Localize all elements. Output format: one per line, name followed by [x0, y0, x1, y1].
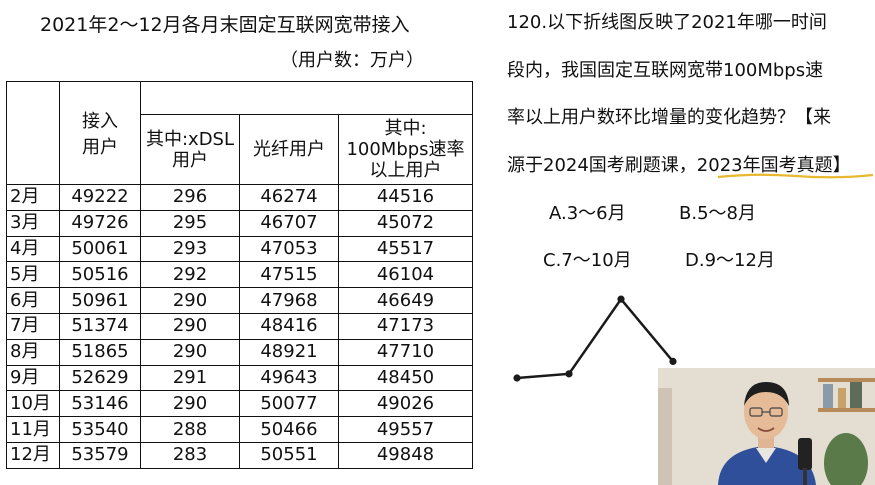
cell-month: 2月 [6, 184, 60, 211]
cell-month: 4月 [6, 235, 60, 263]
header-speed: 其中: 100Mbps速率 以上用户 [338, 114, 473, 185]
table-row: 11月 53540 288 50466 49557 [6, 416, 473, 443]
cell-speed: 48450 [338, 364, 473, 392]
cell-access: 51374 [59, 312, 141, 340]
presenter-image [658, 368, 875, 485]
cell-access: 50961 [59, 287, 141, 314]
cell-fiber: 46274 [239, 184, 339, 211]
cell-month: 6月 [6, 287, 60, 314]
cell-access: 49726 [59, 209, 141, 237]
cell-speed: 45072 [338, 209, 473, 237]
cell-fiber: 49643 [239, 364, 339, 392]
cell-speed: 46104 [338, 261, 473, 289]
cell-month: 10月 [6, 390, 60, 418]
cell-speed: 49026 [338, 390, 473, 418]
cell-speed: 45517 [338, 235, 473, 263]
option-c[interactable]: C.7～10月 [543, 246, 632, 272]
cell-fiber: 48416 [239, 312, 339, 340]
cell-fiber: 50466 [239, 416, 339, 443]
table-row: 12月 53579 283 50551 49848 [6, 441, 473, 469]
cell-fiber: 50077 [239, 390, 339, 418]
cell-speed: 46649 [338, 287, 473, 314]
option-a[interactable]: A.3～6月 [549, 199, 626, 225]
table-row: 6月 50961 290 47968 46649 [6, 287, 473, 314]
cell-speed: 49848 [338, 441, 473, 469]
cell-month: 5月 [6, 261, 60, 289]
cell-speed: 49557 [338, 416, 473, 443]
cell-fiber: 47053 [239, 235, 339, 263]
table-row: 4月 50061 293 47053 45517 [6, 235, 473, 263]
table-row: 8月 51865 290 48921 47710 [6, 338, 473, 366]
cell-access: 51865 [59, 338, 141, 366]
cell-xdsl: 283 [140, 441, 240, 469]
cell-xdsl: 293 [140, 235, 240, 263]
cell-xdsl: 290 [140, 287, 240, 314]
chart-point [669, 357, 677, 365]
cell-month: 8月 [6, 338, 60, 366]
question-line: 120.以下折线图反映了2021年哪一时间 [507, 12, 827, 33]
cell-month: 9月 [6, 364, 60, 392]
chart-point [565, 370, 573, 378]
cell-month: 7月 [6, 312, 60, 340]
cell-xdsl: 290 [140, 312, 240, 340]
cell-month: 3月 [6, 209, 60, 237]
cell-xdsl: 291 [140, 364, 240, 392]
cell-fiber: 46707 [239, 209, 339, 237]
cell-access: 50516 [59, 261, 141, 289]
cell-access: 52629 [59, 364, 141, 392]
cell-speed: 44516 [338, 184, 473, 211]
header-access: 接入 用户 [59, 81, 141, 185]
table-row: 9月 52629 291 49643 48450 [6, 364, 473, 392]
question-line: 段内，我国固定互联网宽带100Mbps速 [507, 60, 824, 81]
cell-fiber: 47515 [239, 261, 339, 289]
cell-access: 50061 [59, 235, 141, 263]
cell-fiber: 50551 [239, 441, 339, 469]
cell-fiber: 47968 [239, 287, 339, 314]
chart-point [513, 374, 521, 382]
cell-xdsl: 290 [140, 338, 240, 366]
presenter-video [658, 368, 875, 485]
header-fiber: 光纤用户 [239, 114, 339, 185]
chart-series-line [516, 297, 674, 380]
cell-xdsl: 296 [140, 184, 240, 211]
chart-point [617, 295, 625, 303]
table-unit: （用户数：万户） [280, 50, 424, 71]
table-row: 3月 49726 295 46707 45072 [6, 209, 473, 237]
cell-fiber: 48921 [239, 338, 339, 366]
cell-access: 53146 [59, 390, 141, 418]
highlight-underline [717, 173, 874, 179]
cell-speed: 47710 [338, 338, 473, 366]
question-line: 率以上用户数环比增量的变化趋势？【来 [507, 107, 831, 128]
cell-access: 53540 [59, 416, 141, 443]
cell-xdsl: 295 [140, 209, 240, 237]
header-xdsl: 其中:xDSL 用户 [140, 114, 240, 185]
table-row: 5月 50516 292 47515 46104 [6, 261, 473, 289]
table-row: 2月 49222 296 46274 44516 [6, 184, 473, 211]
table-row: 10月 53146 290 50077 49026 [6, 390, 473, 418]
option-b[interactable]: B.5～8月 [679, 199, 756, 225]
table-row: 7月 51374 290 48416 47173 [6, 312, 473, 340]
cell-xdsl: 290 [140, 390, 240, 418]
cell-month: 11月 [6, 416, 60, 443]
cell-speed: 47173 [338, 312, 473, 340]
header-group-blank [140, 81, 473, 115]
data-table: 接入 用户 其中:xDSL 用户 光纤用户 其中: 100Mbps速率 以上用户… [6, 81, 473, 469]
cell-access: 53579 [59, 441, 141, 469]
cell-xdsl: 288 [140, 416, 240, 443]
cell-access: 49222 [59, 184, 141, 211]
cell-month: 12月 [6, 441, 60, 469]
header-month [6, 81, 60, 185]
cell-xdsl: 292 [140, 261, 240, 289]
table-title: 2021年2～12月各月末固定互联网宽带接入 [40, 14, 410, 36]
option-d[interactable]: D.9～12月 [685, 246, 775, 272]
